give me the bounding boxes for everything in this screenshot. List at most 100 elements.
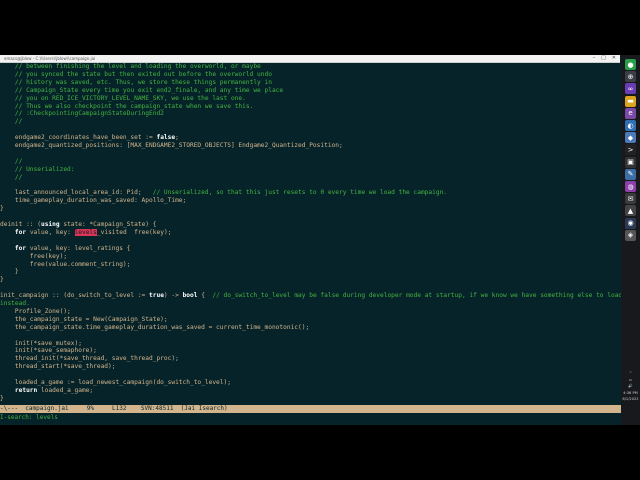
tray-icon[interactable]: 🔊: [622, 384, 639, 389]
code-token: return: [14, 386, 38, 394]
code-token: thread_init(*save_thread, save_thread_pr…: [0, 355, 179, 363]
code-token: }: [0, 276, 4, 284]
code-line: time_gameplay_duration_was_saved: Apollo…: [0, 197, 186, 205]
code-editor[interactable]: // between finishing the level and loadi…: [0, 63, 621, 405]
code-token: value, key: level_ratings {: [26, 244, 131, 252]
code-token: init(*save_semaphore);: [0, 347, 97, 355]
taskbar: ● ⊕ ∞ ▬ e ◐ ◆ > ▣ ✎ ◍ ✉ ▲ ◉ ◈ ^ ▭ 🔊 4:36 PM 6/1/2022: [621, 55, 640, 425]
explorer-icon[interactable]: ◐: [625, 120, 636, 131]
chrome-icon[interactable]: ●: [625, 59, 636, 70]
close-button[interactable]: ✕: [612, 55, 616, 62]
code-token: true: [149, 292, 164, 300]
code-line: free(key);: [0, 253, 67, 261]
isearch-label: I-search:: [0, 414, 33, 421]
visual-studio-icon[interactable]: ∞: [625, 83, 636, 95]
minibuffer[interactable]: I-search: levels: [0, 413, 621, 423]
code-line: the_campaign_state = New(Campaign_State)…: [0, 316, 168, 324]
steam-icon[interactable]: ◉: [625, 217, 636, 229]
code-token: state: *Campaign_State) {: [59, 221, 157, 228]
mode-line: -\--- campaign.jai 9% L132 SVN:48511 (Ja…: [0, 405, 621, 413]
game-icon[interactable]: ▲: [625, 205, 636, 217]
code-token: free(key);: [0, 252, 68, 260]
code-token: thread_start(*save_thread);: [0, 363, 116, 371]
code-token: last_announced_local_area_id: Pid;: [0, 189, 153, 197]
code-comment: // Campaign_State every time you exit en…: [0, 86, 284, 94]
isearch-query[interactable]: levels: [36, 414, 58, 421]
code-line: endgame2_coordinates_have_been_set := fa…: [0, 134, 179, 142]
code-token: for: [14, 228, 27, 236]
code-token: _visited free(key);: [96, 228, 172, 236]
code-comment: // between finishing the level and loadi…: [0, 63, 261, 70]
code-line: instead.: [0, 300, 30, 308]
minimize-button[interactable]: –: [593, 55, 596, 62]
terminal-icon[interactable]: >: [625, 144, 636, 156]
tray-icon[interactable]: ^: [622, 371, 639, 376]
code-comment: instead.: [0, 300, 30, 307]
code-token: deinit :: (: [0, 221, 41, 228]
code-line: init_campaign :: (do_switch_to_level := …: [0, 292, 621, 300]
code-comment: //: [0, 173, 23, 181]
window-titlebar: emacs@jblow - C:\\Users\\jblow\\campaign…: [0, 55, 620, 63]
code-line: Profile_Zone();: [0, 308, 71, 316]
folder-icon[interactable]: ▬: [625, 95, 636, 107]
code-line: // you synced the state but then exited …: [0, 71, 272, 79]
window-controls: – □ ✕: [593, 55, 616, 62]
code-token: value, key:: [26, 228, 75, 236]
pin-icon[interactable]: ⊕: [625, 71, 636, 83]
code-token: free(value.comment_string);: [0, 260, 131, 268]
code-token: the_campaign_state = New(Campaign_State)…: [0, 315, 168, 323]
code-token: }: [0, 394, 4, 402]
search-match-highlight: levels: [74, 228, 97, 236]
emacs-window: emacs@jblow - C:\\Users\\jblow\\campaign…: [0, 55, 640, 425]
tool-icon[interactable]: ✎: [625, 168, 636, 180]
app-icon[interactable]: ▣: [625, 156, 636, 168]
code-token: }: [0, 205, 4, 213]
code-line: init(*save_mutex);: [0, 340, 82, 348]
code-line: // :CheckpointingCampaignStateDuringEnd2: [0, 110, 164, 118]
code-line: //: [0, 158, 22, 166]
code-token: {: [197, 292, 213, 300]
code-line: //: [0, 174, 22, 182]
code-line: }: [0, 205, 4, 213]
code-line: free(value.comment_string);: [0, 260, 131, 269]
code-line: }: [0, 276, 4, 284]
clock-date[interactable]: 6/1/2022: [622, 397, 639, 402]
code-token: loaded_a_game;: [37, 386, 94, 394]
code-line: loaded_a_game := load_newest_campaign(do…: [0, 379, 231, 387]
code-line: // history was saved, etc. Thus, we stor…: [0, 79, 272, 87]
code-line: // you on RED_ICE_VICTORY_LEVEL_NAME_SKY…: [0, 95, 246, 103]
code-line: }: [0, 395, 4, 403]
code-line: // Thus we also checkpoint the campaign_…: [0, 103, 253, 111]
tray-icon[interactable]: ▭: [622, 378, 639, 383]
modeline-percent: 9%: [86, 405, 94, 412]
code-token: endgame2_coordinates_have_been_set :=: [0, 134, 157, 142]
code-comment: //: [0, 118, 23, 126]
clock-time[interactable]: 4:36 PM: [622, 391, 639, 396]
code-line: thread_start(*save_thread);: [0, 363, 116, 371]
code-comment: // do_switch_to_level may be false durin…: [212, 292, 621, 300]
code-line: thread_init(*save_thread, save_thread_pr…: [0, 355, 179, 363]
code-line: // between finishing the level and loadi…: [0, 63, 261, 71]
modeline-mode: (Jai Isearch): [180, 405, 228, 412]
modeline-line: L132: [112, 405, 127, 412]
code-token: for: [14, 244, 27, 252]
code-token: time_gameplay_duration_was_saved: Apollo…: [0, 197, 187, 205]
maximize-button[interactable]: □: [601, 55, 606, 62]
code-line: // Campaign_State every time you exit en…: [0, 87, 283, 95]
code-comment: // Unserialized, so that this just reset…: [152, 189, 448, 197]
app2-icon[interactable]: ◍: [625, 181, 636, 192]
code-token: loaded_a_game := load_newest_campaign(do…: [0, 379, 231, 386]
code-token: bool: [182, 292, 198, 300]
code-token: using: [40, 221, 60, 228]
code-comment: // you on RED_ICE_VICTORY_LEVEL_NAME_SKY…: [0, 94, 246, 102]
code-token: endgame2_quantized_positions: [MAX_ENDGA…: [0, 142, 343, 149]
code-line: endgame2_quantized_positions: [MAX_ENDGA…: [0, 142, 343, 150]
photo-icon[interactable]: ◆: [625, 132, 636, 144]
shield-icon[interactable]: ◈: [625, 229, 636, 241]
emacs-icon[interactable]: e: [625, 107, 636, 119]
code-token: ) ->: [163, 292, 183, 300]
code-line: for value, key: levels_visited free(key)…: [0, 228, 172, 237]
mail-icon[interactable]: ✉: [625, 193, 636, 205]
